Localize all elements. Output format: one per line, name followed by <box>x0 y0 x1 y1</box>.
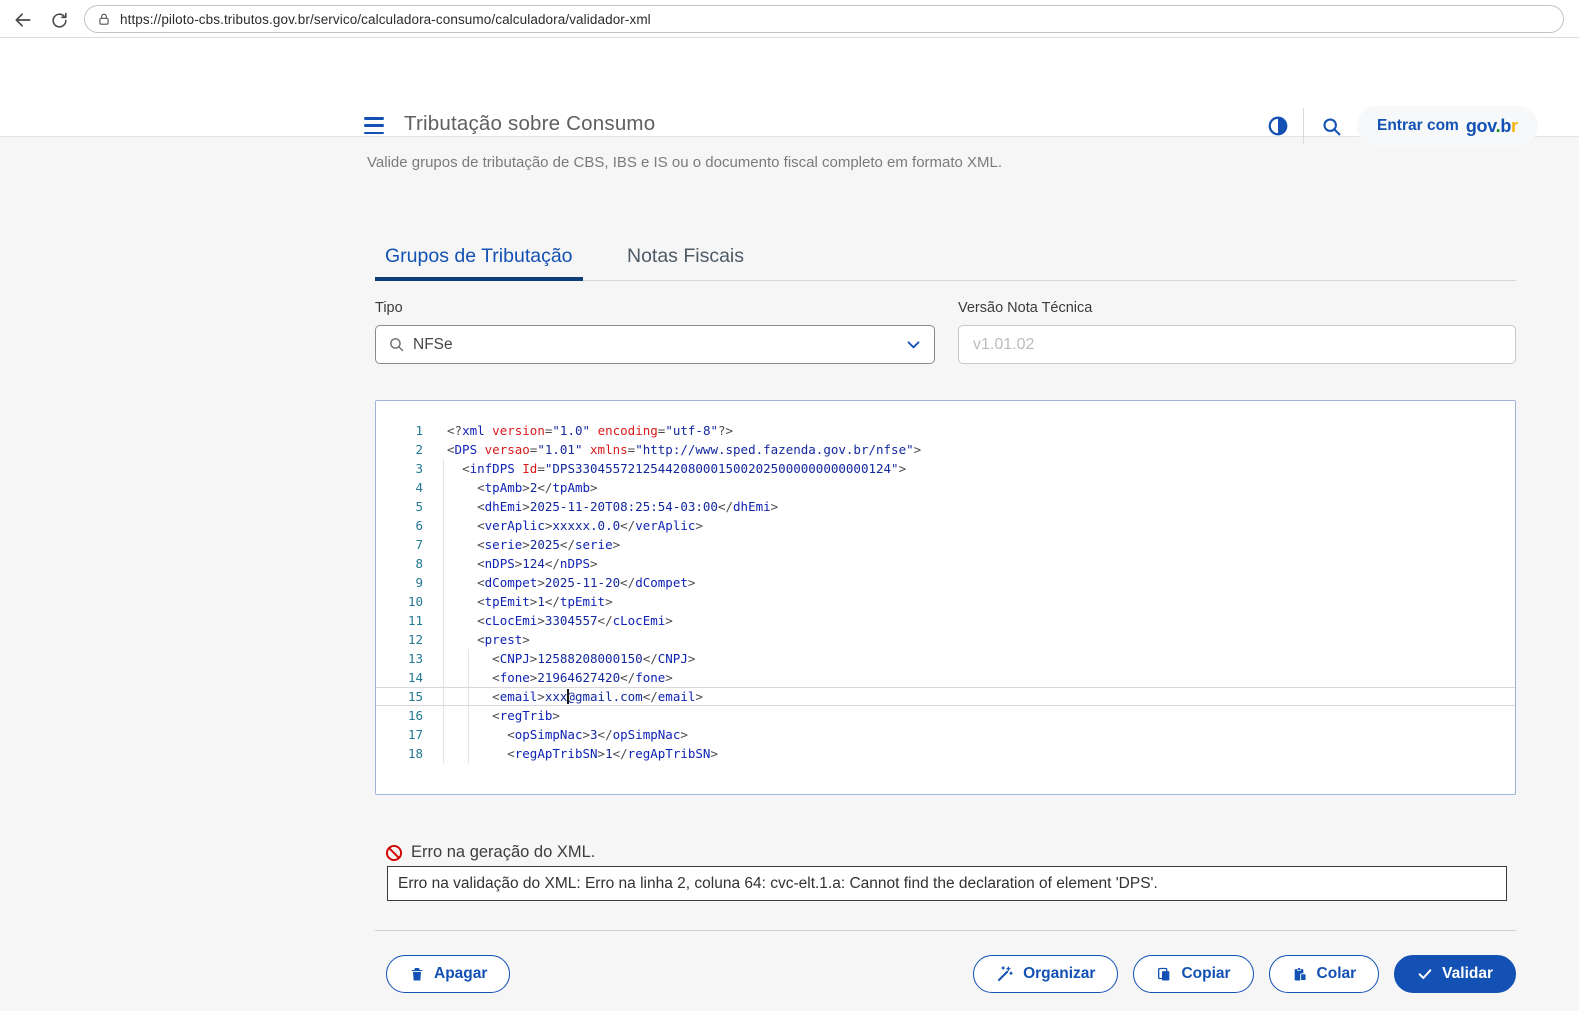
text-cursor <box>567 689 569 704</box>
back-arrow-icon <box>13 10 33 30</box>
back-button[interactable] <box>10 7 36 33</box>
paste-icon <box>1292 966 1308 983</box>
url-text: https://piloto-cbs.tributos.gov.br/servi… <box>120 12 651 27</box>
tab-bar: Grupos de Tributação Notas Fiscais <box>375 236 1516 281</box>
menu-button[interactable] <box>364 117 384 134</box>
xml-editor[interactable]: 1<?xml version="1.0" encoding="utf-8"?>2… <box>375 400 1516 795</box>
lock-icon <box>97 12 111 27</box>
app-header: Tributação sobre Consumo Entrar com gov.… <box>0 38 1579 137</box>
page-title: Tributação sobre Consumo <box>404 112 655 136</box>
line-number: 17 <box>376 725 423 744</box>
tab-notas-fiscais[interactable]: Notas Fiscais <box>617 236 754 281</box>
code-line[interactable]: 2<DPS versao="1.01" xmlns="http://www.sp… <box>376 440 1515 459</box>
line-number: 14 <box>376 668 423 687</box>
code-line[interactable]: 5 <dhEmi>2025-11-20T08:25:54-03:00</dhEm… <box>376 497 1515 516</box>
code-lines: 1<?xml version="1.0" encoding="utf-8"?>2… <box>376 401 1515 763</box>
versao-label: Versão Nota Técnica <box>958 300 1092 316</box>
contrast-icon <box>1267 115 1289 137</box>
error-title-row: Erro na geração do XML. <box>385 843 595 862</box>
code-line[interactable]: 3 <infDPS Id="DPS33045572125442080001500… <box>376 459 1515 478</box>
line-number: 11 <box>376 611 423 630</box>
code-line[interactable]: 15 <email>xxx@gmail.com</email> <box>376 687 1515 706</box>
search-button[interactable] <box>1318 113 1344 139</box>
intro-text: Valide grupos de tributação de CBS, IBS … <box>367 154 1002 171</box>
organizar-button[interactable]: Organizar <box>973 955 1118 993</box>
code-line[interactable]: 10 <tpEmit>1</tpEmit> <box>376 592 1515 611</box>
line-number: 18 <box>376 744 423 763</box>
line-number: 13 <box>376 649 423 668</box>
code-line[interactable]: 1<?xml version="1.0" encoding="utf-8"?> <box>376 421 1515 440</box>
code-line[interactable]: 6 <verAplic>xxxxx.0.0</verAplic> <box>376 516 1515 535</box>
copy-icon <box>1156 966 1172 983</box>
magic-wand-icon <box>996 965 1014 983</box>
code-line[interactable]: 12 <prest> <box>376 630 1515 649</box>
line-number: 1 <box>376 421 423 440</box>
code-line[interactable]: 16 <regTrib> <box>376 706 1515 725</box>
address-bar[interactable]: https://piloto-cbs.tributos.gov.br/servi… <box>84 5 1564 33</box>
line-number: 6 <box>376 516 423 535</box>
search-icon <box>1321 116 1342 137</box>
validar-button[interactable]: Validar <box>1394 955 1516 993</box>
code-line[interactable]: 7 <serie>2025</serie> <box>376 535 1515 554</box>
tab-grupos-de-tributacao[interactable]: Grupos de Tributação <box>375 236 583 281</box>
reload-button[interactable] <box>46 7 72 33</box>
line-number: 9 <box>376 573 423 592</box>
login-govbr-button[interactable]: Entrar com gov.br <box>1357 106 1538 146</box>
code-line[interactable]: 14 <fone>21964627420</fone> <box>376 668 1515 687</box>
apagar-button[interactable]: Apagar <box>386 955 510 993</box>
line-number: 15 <box>376 688 423 705</box>
contrast-button[interactable] <box>1265 113 1291 139</box>
check-icon <box>1417 966 1433 982</box>
header-divider <box>1303 108 1304 144</box>
trash-icon <box>409 966 425 983</box>
select-search-icon <box>388 336 405 353</box>
line-number: 7 <box>376 535 423 554</box>
browser-chrome: https://piloto-cbs.tributos.gov.br/servi… <box>0 0 1579 38</box>
error-title: Erro na geração do XML. <box>411 843 595 862</box>
line-number: 4 <box>376 478 423 497</box>
code-line[interactable]: 17 <opSimpNac>3</opSimpNac> <box>376 725 1515 744</box>
govbr-logo: gov.br <box>1466 116 1518 137</box>
line-number: 2 <box>376 440 423 459</box>
chevron-down-icon[interactable] <box>905 336 922 353</box>
tipo-label: Tipo <box>375 300 403 316</box>
line-number: 10 <box>376 592 423 611</box>
line-number: 8 <box>376 554 423 573</box>
reload-icon <box>50 11 69 30</box>
line-number: 3 <box>376 459 423 478</box>
versao-input[interactable] <box>958 325 1516 364</box>
code-line[interactable]: 9 <dCompet>2025-11-20</dCompet> <box>376 573 1515 592</box>
tipo-select[interactable]: NFSe <box>375 325 935 364</box>
actions-divider <box>375 930 1516 931</box>
colar-button[interactable]: Colar <box>1269 955 1380 993</box>
error-message-box: Erro na validação do XML: Erro na linha … <box>387 866 1507 901</box>
error-detail: Erro na validação do XML: Erro na linha … <box>398 875 1158 893</box>
line-number: 16 <box>376 706 423 725</box>
code-line[interactable]: 11 <cLocEmi>3304557</cLocEmi> <box>376 611 1515 630</box>
code-line[interactable]: 13 <CNPJ>12588208000150</CNPJ> <box>376 649 1515 668</box>
copiar-button[interactable]: Copiar <box>1133 955 1253 993</box>
error-prohibited-icon <box>385 844 403 862</box>
code-line[interactable]: 4 <tpAmb>2</tpAmb> <box>376 478 1515 497</box>
code-line[interactable]: 8 <nDPS>124</nDPS> <box>376 554 1515 573</box>
line-number: 5 <box>376 497 423 516</box>
tipo-value: NFSe <box>413 336 897 354</box>
code-line[interactable]: 18 <regApTribSN>1</regApTribSN> <box>376 744 1515 763</box>
login-label: Entrar com <box>1377 117 1459 135</box>
line-number: 12 <box>376 630 423 649</box>
